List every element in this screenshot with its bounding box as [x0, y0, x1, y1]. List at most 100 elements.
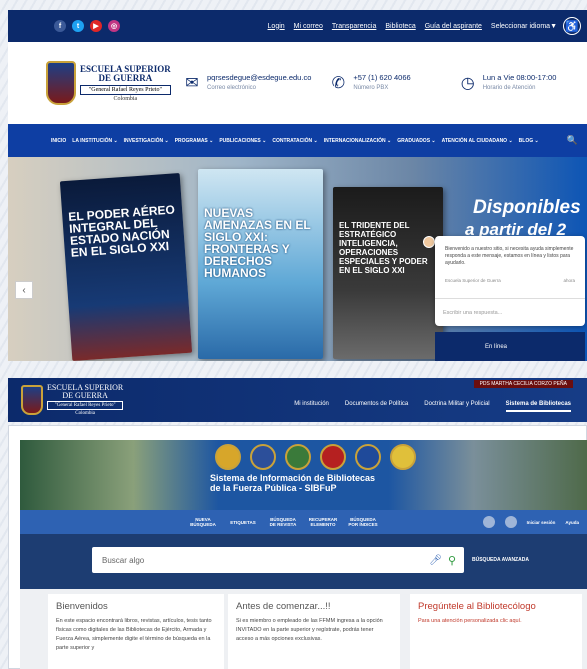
sib-logo-motto: "General Rafael Reyes Prieto" — [47, 401, 124, 410]
sib-nav-institucion[interactable]: Mi institución — [294, 401, 329, 412]
carousel-prev-button[interactable]: ‹ — [15, 281, 33, 299]
emblem-icon — [250, 444, 276, 470]
before-start-card: Antes de comenzar...!! Si es miembro o e… — [228, 594, 400, 669]
chat-sender: Escuela Superior de Guerra — [445, 278, 501, 283]
welcome-text: En este espacio encontrará libros, revis… — [56, 618, 212, 651]
user-badge[interactable]: PDS MARTHA CECILIA CORZO PEÑA — [473, 380, 573, 388]
ask-text[interactable]: Para una atención personalizada clic aqu… — [418, 617, 574, 626]
logo-motto: "General Rafael Reyes Prieto" — [80, 84, 171, 95]
login-button[interactable]: Iniciar sesión — [527, 520, 556, 525]
nav-item-publicaciones[interactable]: PUBLICACIONES ⌄ — [219, 138, 266, 144]
phone-value: +57 (1) 620 4066 — [353, 73, 411, 82]
emblem-icon — [285, 444, 311, 470]
book3-title: EL TRIDENTE DEL ESTRATÉGICO INTELIGENCIA… — [339, 221, 428, 275]
email-value: pqrsesdegue@esdegue.edu.co — [207, 73, 312, 82]
nav-item-atencion[interactable]: ATENCIÓN AL CIUDADANO ⌄ — [442, 138, 513, 144]
sib-nav: Mi institución Documentos de Política Do… — [294, 401, 571, 412]
hours-contact: ◷ Lun a Vie 08:00-17:00 Horario de Atenc… — [459, 73, 557, 93]
chat-agent-avatar — [423, 236, 435, 248]
sib-nav-bibliotecas[interactable]: Sistema de Bibliotecas — [505, 401, 571, 412]
emblem-icon — [355, 444, 381, 470]
envelope-icon: ✉ — [185, 75, 199, 92]
cart-icon[interactable] — [482, 516, 495, 528]
tab-nueva-busqueda[interactable]: NUEVA BÚSQUEDA — [188, 517, 218, 527]
book-cover-nuevas-amenazas[interactable]: NUEVAS AMENAZAS EN EL SIGLO XXI: FRONTER… — [198, 169, 323, 359]
phone-label: Número PBX — [353, 85, 389, 91]
main-nav: INICIO LA INSTITUCIÓN ⌄ INVESTIGACIÓN ⌄ … — [8, 124, 587, 157]
facebook-icon[interactable]: f — [54, 20, 66, 32]
sibfup-title-line2: de la Fuerza Pública - SIBFuP — [210, 483, 337, 493]
shield-icon — [21, 385, 43, 415]
accessibility-icon[interactable]: ♿ — [563, 17, 581, 35]
nav-item-contratacion[interactable]: CONTRATACIÓN ⌄ — [272, 138, 317, 144]
banner-headline: Disponibles — [473, 197, 581, 218]
youtube-icon[interactable]: ▶ — [90, 20, 102, 32]
nav-item-blog[interactable]: BLOG ⌄ — [519, 138, 539, 144]
tab-busqueda-revista[interactable]: BÚSQUEDA DE REVISTA — [268, 517, 298, 527]
language-selector[interactable]: Seleccionar idioma▼ — [491, 23, 557, 30]
sib-logo-line2: DE GUERRA — [62, 391, 108, 400]
instagram-icon[interactable]: ◎ — [108, 20, 120, 32]
email-label: Correo electrónico — [207, 85, 257, 91]
hours-value: Lun a Vie 08:00-17:00 — [482, 73, 557, 82]
microphone-icon[interactable]: 🎤︎ — [429, 555, 442, 566]
before-text: Si es miembro o empleado de las FFMM ing… — [236, 618, 383, 642]
library-link[interactable]: Biblioteca — [385, 23, 415, 30]
nav-item-programas[interactable]: PROGRAMAS ⌄ — [175, 138, 214, 144]
logo-country: Colombia — [113, 95, 138, 102]
book-cover-tridente[interactable]: EL TRIDENTE DEL ESTRATÉGICO INTELIGENCIA… — [333, 187, 443, 359]
tab-busqueda-indices[interactable]: BÚSQUEDA POR ÍNDICES — [348, 517, 378, 527]
top-bar: f t ▶ ◎ Login Mi correo Transparencia Bi… — [8, 10, 587, 42]
welcome-title: Bienvenidos — [56, 601, 108, 612]
search-icon[interactable]: 🔍 — [567, 135, 578, 146]
search-tabs: NUEVA BÚSQUEDA ETIQUETAS BÚSQUEDA DE REV… — [20, 510, 587, 534]
hours-label: Horario de Atención — [482, 85, 536, 91]
nav-item-inicio[interactable]: INICIO — [51, 138, 66, 144]
site-logo[interactable]: ESCUELA SUPERIOR DE GUERRA "General Rafa… — [46, 61, 171, 105]
chat-reply-input[interactable]: Escribir una respuesta... — [435, 298, 585, 326]
chat-status-bar[interactable]: En línea — [435, 332, 585, 361]
ask-librarian-card[interactable]: Pregúntele al Bibliotecólogo Para una at… — [410, 594, 582, 669]
advanced-search-link[interactable]: BÚSQUEDA AVANZADA — [472, 557, 529, 563]
mail-link[interactable]: Mi correo — [294, 23, 323, 30]
sib-nav-documentos[interactable]: Documentos de Política — [345, 401, 408, 412]
email-contact[interactable]: ✉ pqrsesdegue@esdegue.edu.co Correo elec… — [183, 73, 311, 93]
search-icon[interactable]: ⚲ — [448, 554, 456, 567]
sib-logo-country: Colombia — [75, 411, 95, 416]
sibfup-banner: Sistema de Información de Bibliotecas de… — [20, 440, 587, 510]
nav-item-internacionalizacion[interactable]: INTERNACIONALIZACIÓN ⌄ — [324, 138, 392, 144]
tab-recuperar-elemento[interactable]: RECUPERAR ELEMENTO — [308, 517, 338, 527]
sib-header: ESCUELA SUPERIOR DE GUERRA "General Rafa… — [8, 378, 587, 422]
shield-icon — [46, 61, 76, 105]
emblem-icon — [215, 444, 241, 470]
sib-nav-doctrina[interactable]: Doctrina Militar y Policial — [424, 401, 489, 412]
phone-icon: ✆ — [331, 75, 346, 92]
applicant-guide-link[interactable]: Guía del aspirante — [425, 23, 482, 30]
ask-title: Pregúntele al Bibliotecólogo — [418, 601, 536, 612]
transparency-link[interactable]: Transparencia — [332, 23, 377, 30]
chat-message: Bienvenido a nuestro sitio, si necesita … — [445, 246, 574, 266]
book-cover-poder-aereo[interactable]: EL PODER AÉREO INTEGRAL DEL ESTADO NACIÓ… — [59, 173, 193, 361]
top-links: Login Mi correo Transparencia Biblioteca… — [268, 23, 557, 30]
before-title: Antes de comenzar...!! — [236, 601, 331, 612]
twitter-icon[interactable]: t — [72, 20, 84, 32]
nav-item-institucion[interactable]: LA INSTITUCIÓN ⌄ — [72, 138, 117, 144]
pin-icon[interactable] — [504, 516, 517, 528]
clock-icon: ◷ — [460, 75, 475, 92]
site-header: ESCUELA SUPERIOR DE GUERRA "General Rafa… — [8, 42, 587, 124]
chat-widget: Bienvenido a nuestro sitio, si necesita … — [435, 236, 585, 326]
book2-title: NUEVAS AMENAZAS EN EL SIGLO XXI: FRONTER… — [204, 206, 311, 280]
catalog-search-input[interactable]: Buscar algo 🎤︎ ⚲ — [92, 547, 464, 573]
tab-etiquetas[interactable]: ETIQUETAS — [228, 520, 258, 525]
login-link[interactable]: Login — [268, 23, 285, 30]
phone-contact[interactable]: ✆ +57 (1) 620 4066 Número PBX — [329, 73, 411, 93]
emblem-icon — [320, 444, 346, 470]
social-links: f t ▶ ◎ — [54, 20, 120, 32]
sib-logo[interactable]: ESCUELA SUPERIOR DE GUERRA "General Rafa… — [21, 384, 141, 416]
search-placeholder: Buscar algo — [102, 555, 145, 565]
help-button[interactable]: Ayuda — [565, 520, 579, 525]
book1-title: EL PODER AÉREO INTEGRAL DEL ESTADO NACIÓ… — [67, 202, 176, 260]
emblem-icon — [390, 444, 416, 470]
nav-item-investigacion[interactable]: INVESTIGACIÓN ⌄ — [124, 138, 169, 144]
nav-item-graduados[interactable]: GRADUADOS ⌄ — [397, 138, 435, 144]
